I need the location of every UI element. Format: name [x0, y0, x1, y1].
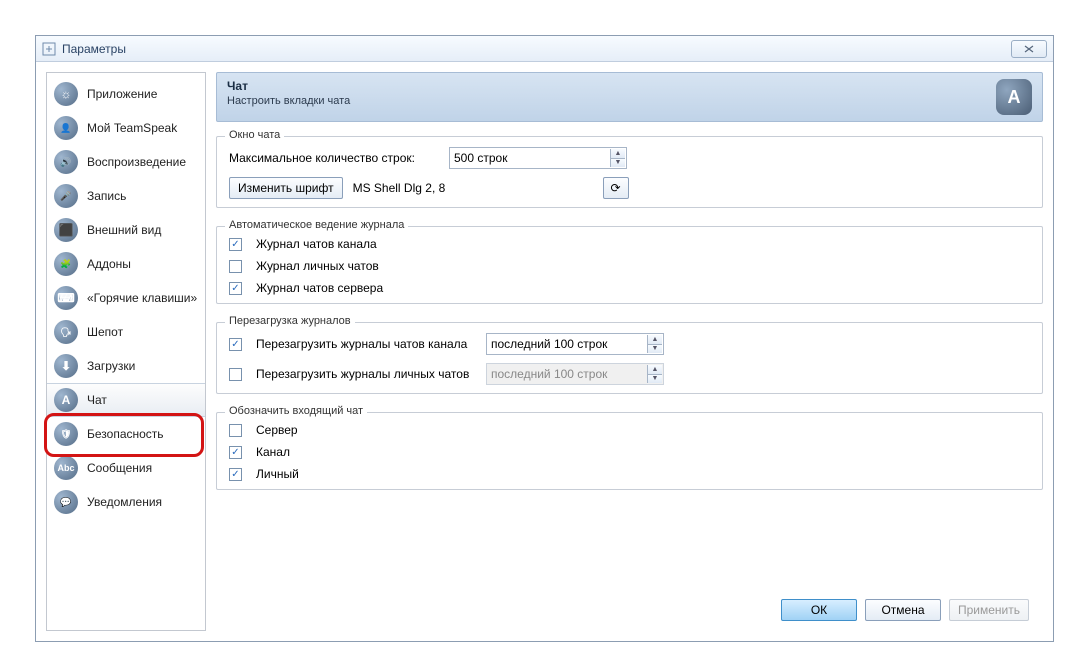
sidebar-item-label: Сообщения	[87, 461, 152, 475]
sidebar-item-label: Загрузки	[87, 359, 135, 373]
sidebar-item-label: Приложение	[87, 87, 157, 101]
incoming-group: Обозначить входящий чат Сервер ✓ Канал ✓…	[216, 412, 1043, 490]
channel-log-checkbox[interactable]: ✓	[229, 238, 242, 251]
options-dialog: Параметры ☼ Приложение 👤 Мой TeamSpeak 🔊 Восп…	[35, 35, 1054, 642]
sidebar-icon: ☼	[53, 81, 79, 107]
sidebar-icon: 🔊	[53, 149, 79, 175]
reload-private-checkbox[interactable]	[229, 368, 242, 381]
incoming-private-checkbox[interactable]: ✓	[229, 468, 242, 481]
sidebar-icon: 🧩	[53, 251, 79, 277]
reload-group: Перезагрузка журналов ✓ Перезагрузить жу…	[216, 322, 1043, 394]
group-legend: Автоматическое ведение журнала	[225, 219, 408, 231]
apply-button[interactable]: Применить	[949, 599, 1029, 621]
sidebar-item-label: Шепот	[87, 325, 123, 339]
spin-buttons[interactable]: ▲▼	[610, 149, 625, 167]
incoming-server-checkbox[interactable]	[229, 424, 242, 437]
sidebar-icon: A	[53, 387, 79, 413]
sidebar-item-label: Мой TeamSpeak	[87, 121, 177, 135]
sidebar-item-2[interactable]: 🔊 Воспроизведение	[47, 145, 205, 179]
max-lines-label: Максимальное количество строк:	[229, 151, 439, 165]
group-legend: Перезагрузка журналов	[225, 315, 355, 327]
sidebar-icon: Abc	[53, 455, 79, 481]
sidebar-item-11[interactable]: Abc Сообщения	[47, 451, 205, 485]
reload-private-label: Перезагрузить журналы личных чатов	[256, 367, 476, 381]
logging-group: Автоматическое ведение журнала ✓ Журнал …	[216, 226, 1043, 304]
sidebar-item-8[interactable]: ⬇ Загрузки	[47, 349, 205, 383]
sidebar-item-7[interactable]: 🗣 Шепот	[47, 315, 205, 349]
sidebar-icon: ⌨	[53, 285, 79, 311]
sidebar-item-3[interactable]: 🎤 Запись	[47, 179, 205, 213]
sidebar-item-0[interactable]: ☼ Приложение	[47, 77, 205, 111]
cancel-button[interactable]: Отмена	[865, 599, 941, 621]
server-log-label: Журнал чатов сервера	[256, 281, 383, 295]
group-legend: Обозначить входящий чат	[225, 405, 367, 417]
chat-window-group: Окно чата Максимальное количество строк:…	[216, 136, 1043, 208]
sidebar-item-label: Уведомления	[87, 495, 162, 509]
sidebar-item-6[interactable]: ⌨ «Горячие клавиши»	[47, 281, 205, 315]
sidebar-item-label: Чат	[87, 393, 107, 407]
incoming-channel-label: Канал	[256, 445, 290, 459]
reload-channel-checkbox[interactable]: ✓	[229, 338, 242, 351]
panel-header: Чат Настроить вкладки чата A	[216, 72, 1043, 122]
sidebar-icon: 🛡	[53, 421, 79, 447]
private-log-checkbox[interactable]	[229, 260, 242, 273]
spin-buttons: ▲▼	[647, 365, 662, 383]
window-title: Параметры	[62, 42, 1011, 56]
reset-font-button[interactable]: ⟳	[603, 177, 629, 199]
close-button[interactable]	[1011, 40, 1047, 58]
group-legend: Окно чата	[225, 129, 284, 141]
sidebar: ☼ Приложение 👤 Мой TeamSpeak 🔊 Воспроизведени…	[46, 72, 206, 631]
sidebar-item-label: Воспроизведение	[87, 155, 186, 169]
main-panel: Чат Настроить вкладки чата A Окно чата М…	[216, 72, 1043, 631]
channel-log-label: Журнал чатов канала	[256, 237, 377, 251]
sidebar-icon: 🎤	[53, 183, 79, 209]
titlebar: Параметры	[36, 36, 1053, 62]
sidebar-item-9[interactable]: A Чат	[47, 383, 205, 417]
sidebar-item-label: «Горячие клавиши»	[87, 291, 197, 305]
change-font-button[interactable]: Изменить шрифт	[229, 177, 343, 199]
private-log-label: Журнал личных чатов	[256, 259, 379, 273]
max-lines-input[interactable]: 500 строк ▲▼	[449, 147, 627, 169]
sidebar-icon: 👤	[53, 115, 79, 141]
sidebar-icon: ⬇	[53, 353, 79, 379]
sidebar-item-4[interactable]: ⬛ Внешний вид	[47, 213, 205, 247]
sidebar-item-label: Аддоны	[87, 257, 131, 271]
reload-channel-input[interactable]: последний 100 строк ▲▼	[486, 333, 664, 355]
incoming-private-label: Личный	[256, 467, 299, 481]
sidebar-icon: 💬	[53, 489, 79, 515]
ok-button[interactable]: ОК	[781, 599, 857, 621]
sidebar-item-1[interactable]: 👤 Мой TeamSpeak	[47, 111, 205, 145]
sidebar-item-label: Безопасность	[87, 427, 164, 441]
panel-subtitle: Настроить вкладки чата	[227, 95, 996, 107]
incoming-server-label: Сервер	[256, 423, 298, 437]
window-icon	[42, 42, 56, 56]
sidebar-item-12[interactable]: 💬 Уведомления	[47, 485, 205, 519]
sidebar-item-5[interactable]: 🧩 Аддоны	[47, 247, 205, 281]
dialog-footer: ОК Отмена Применить	[216, 591, 1039, 631]
sidebar-item-10[interactable]: 🛡 Безопасность	[47, 417, 205, 451]
sidebar-item-label: Запись	[87, 189, 126, 203]
server-log-checkbox[interactable]: ✓	[229, 282, 242, 295]
reload-channel-label: Перезагрузить журналы чатов канала	[256, 337, 476, 351]
incoming-channel-checkbox[interactable]: ✓	[229, 446, 242, 459]
refresh-icon: ⟳	[611, 181, 621, 195]
sidebar-icon: ⬛	[53, 217, 79, 243]
sidebar-item-label: Внешний вид	[87, 223, 161, 237]
chat-icon: A	[996, 79, 1032, 115]
sidebar-icon: 🗣	[53, 319, 79, 345]
spin-buttons[interactable]: ▲▼	[647, 335, 662, 353]
panel-title: Чат	[227, 79, 996, 93]
reload-private-input: последний 100 строк ▲▼	[486, 363, 664, 385]
font-description: MS Shell Dlg 2, 8	[353, 181, 593, 195]
